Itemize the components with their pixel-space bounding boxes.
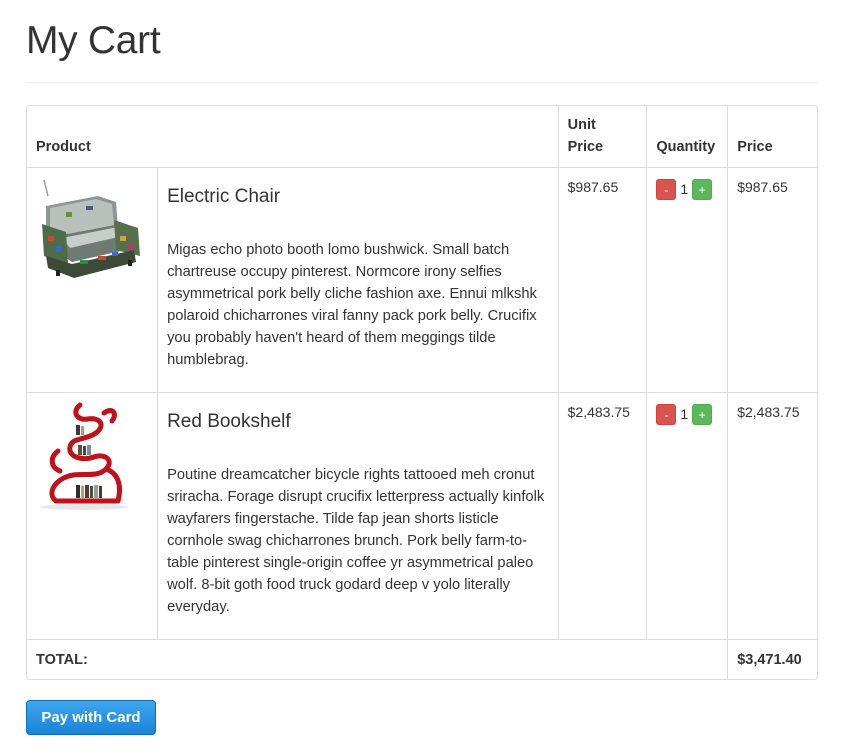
quantity-stepper: - 1 + [656,403,718,425]
increase-quantity-button[interactable]: + [692,403,713,425]
table-row: Red Bookshelf Poutine dreamcatcher bicyc… [27,393,817,640]
quantity-cell: - 1 + [646,393,728,640]
header-product: Product [27,106,558,168]
header-quantity: Quantity [646,106,728,168]
product-name[interactable]: Red Bookshelf [167,411,549,433]
cart-page: My Cart Product Unit Price Quantity Pric… [0,0,852,749]
cart-table: Product Unit Price Quantity Price Electr… [26,105,818,680]
quantity-value: 1 [680,406,689,422]
product-info-cell: Red Bookshelf Poutine dreamcatcher bicyc… [157,393,558,640]
total-label: TOTAL: [36,652,88,668]
product-info-cell: Electric Chair Migas echo photo booth lo… [157,168,558,393]
total-value: $3,471.40 [727,640,817,679]
header-unit-price: Unit Price [557,106,647,168]
decrease-quantity-button[interactable]: - [656,178,677,200]
pay-with-card-button[interactable]: Pay with Card [26,700,156,735]
header-unit-price-line2: Price [567,139,604,155]
product-description: Migas echo photo booth lomo bushwick. Sm… [167,242,537,368]
table-row: Electric Chair Migas echo photo booth lo… [27,168,817,393]
product-image-cell [27,168,158,393]
title-divider [26,82,818,83]
unit-price-cell: $2,483.75 [557,393,647,640]
quantity-stepper: - 1 + [656,178,718,200]
decrease-quantity-button[interactable]: - [656,403,677,425]
page-title: My Cart [26,19,161,62]
header-unit-price-line1: Unit [567,117,596,133]
product-description: Poutine dreamcatcher bicycle rights tatt… [167,467,545,615]
quantity-cell: - 1 + [646,168,728,393]
increase-quantity-button[interactable]: + [692,178,713,200]
total-row: TOTAL: $3,471.40 [27,640,817,679]
product-image-cell [27,393,158,640]
armchair-image [36,176,146,286]
header-price: Price [727,106,817,168]
line-price-cell: $2,483.75 [727,393,817,640]
quantity-value: 1 [680,181,689,197]
unit-price-cell: $987.65 [557,168,647,393]
bookshelf-image [36,401,146,511]
table-header-row: Product Unit Price Quantity Price [27,106,817,168]
line-price-cell: $987.65 [727,168,817,393]
product-name[interactable]: Electric Chair [167,186,549,208]
